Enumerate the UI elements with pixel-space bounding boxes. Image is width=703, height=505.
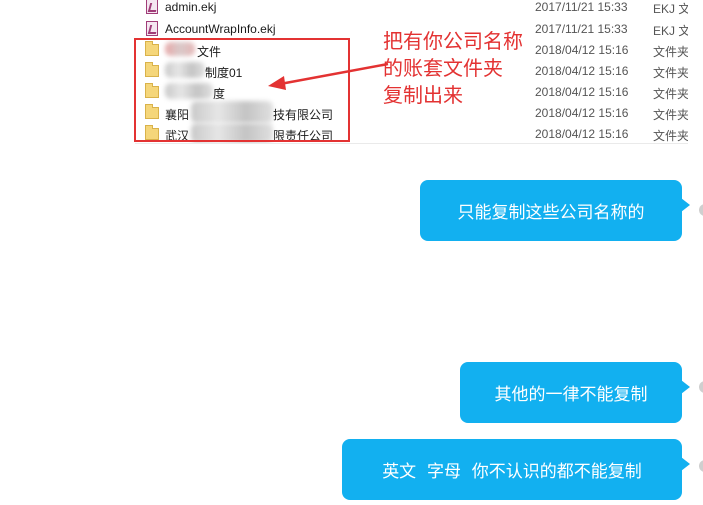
message-text: 其他的一律不能复制 xyxy=(494,385,648,405)
chat-bubble: 英文 字母 你不认识的都不能复制 xyxy=(342,439,690,500)
annotation-line: 复制出来 xyxy=(383,83,463,107)
file-name: admin.ekj xyxy=(165,0,217,14)
file-date: 2017/11/21 15:33 xyxy=(535,0,628,14)
avatar xyxy=(699,204,703,216)
folder-type: 文件夹 xyxy=(653,66,688,80)
file-type: EKJ 文 xyxy=(653,24,688,38)
message-text: 只能复制这些公司名称的 xyxy=(457,203,645,223)
folder-type: 文件夹 xyxy=(653,129,688,143)
avatar xyxy=(699,381,703,393)
chat-bubble: 其他的一律不能复制 xyxy=(460,362,690,423)
ekj-file-icon xyxy=(146,21,158,36)
annotation-line: 把有你公司名称 xyxy=(383,29,523,53)
file-row[interactable]: admin.ekj 2017/11/21 15:33 EKJ 文 xyxy=(135,0,688,17)
folder-type: 文件夹 xyxy=(653,108,688,122)
folder-type: 文件夹 xyxy=(653,45,688,59)
annotation-text: 把有你公司名称 的账套文件夹 复制出来 xyxy=(383,28,558,109)
chat-bubble: 只能复制这些公司名称的 xyxy=(420,180,690,241)
folder-date: 2018/04/12 15:16 xyxy=(535,127,629,141)
annotation-line: 的账套文件夹 xyxy=(383,56,503,80)
avatar xyxy=(699,460,703,472)
file-type: EKJ 文 xyxy=(653,2,688,16)
file-name: AccountWrapInfo.ekj xyxy=(165,22,276,36)
folder-type: 文件夹 xyxy=(653,87,688,101)
ekj-file-icon xyxy=(146,0,158,14)
message-text: 英文 字母 你不认识的都不能复制 xyxy=(382,462,642,482)
red-arrow-icon xyxy=(268,62,389,90)
